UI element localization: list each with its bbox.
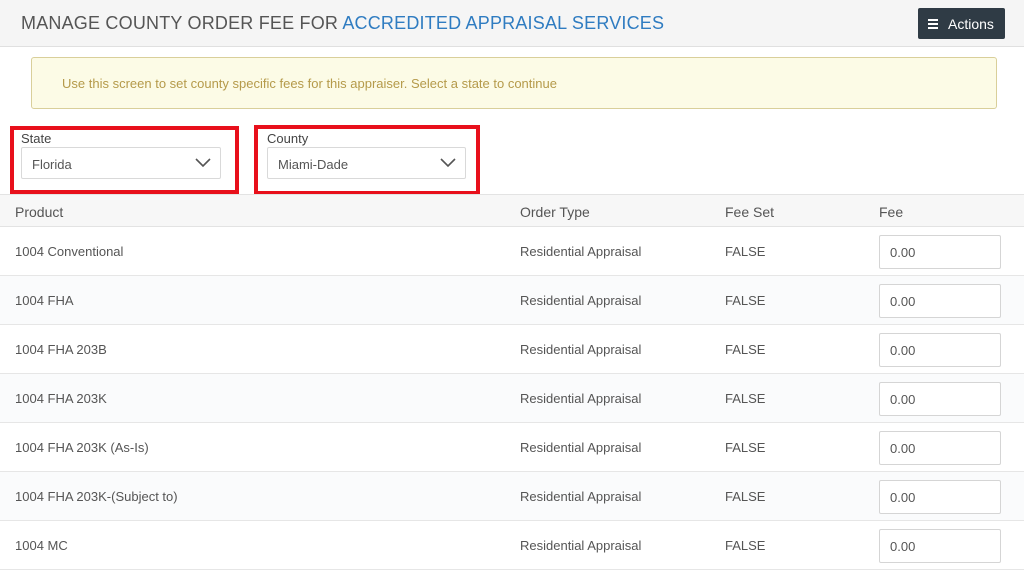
fee-set-cell: FALSE — [725, 293, 766, 308]
actions-button[interactable]: Actions — [918, 8, 1005, 39]
page-header: MANAGE COUNTY ORDER FEE FOR ACCREDITED A… — [0, 0, 1024, 47]
column-header-order-type[interactable]: Order Type — [520, 204, 590, 220]
appraiser-name: ACCREDITED APPRAISAL SERVICES — [342, 13, 665, 33]
state-label: State — [21, 131, 52, 146]
table-row: 1004 FHA 203B Residential Appraisal FALS… — [0, 325, 1024, 374]
column-header-fee[interactable]: Fee — [879, 204, 903, 220]
fee-input[interactable] — [879, 382, 1001, 416]
order-type-cell: Residential Appraisal — [520, 391, 642, 406]
fee-input[interactable] — [879, 529, 1001, 563]
fee-set-cell: FALSE — [725, 342, 766, 357]
chevron-down-icon — [195, 158, 211, 168]
table-row: 1004 Conventional Residential Appraisal … — [0, 227, 1024, 276]
product-cell: 1004 FHA — [15, 293, 74, 308]
table-row: 1004 FHA 203K Residential Appraisal FALS… — [0, 374, 1024, 423]
page-title: MANAGE COUNTY ORDER FEE FOR ACCREDITED A… — [21, 13, 664, 34]
order-type-cell: Residential Appraisal — [520, 342, 642, 357]
order-type-cell: Residential Appraisal — [520, 538, 642, 553]
fee-input[interactable] — [879, 284, 1001, 318]
fee-set-cell: FALSE — [725, 391, 766, 406]
county-select[interactable]: Miami-Dade — [267, 147, 466, 179]
fee-input[interactable] — [879, 235, 1001, 269]
order-type-cell: Residential Appraisal — [520, 489, 642, 504]
info-alert: Use this screen to set county specific f… — [31, 57, 997, 109]
table-header: Product Order Type Fee Set Fee — [0, 194, 1024, 227]
page-title-prefix: MANAGE COUNTY ORDER FEE FOR — [21, 13, 343, 33]
county-value: Miami-Dade — [278, 157, 349, 172]
fee-input[interactable] — [879, 431, 1001, 465]
info-message: Use this screen to set county specific f… — [62, 76, 557, 91]
fee-set-cell: FALSE — [725, 489, 766, 504]
order-type-cell: Residential Appraisal — [520, 244, 642, 259]
state-value: Florida — [32, 157, 72, 172]
fee-set-cell: FALSE — [725, 440, 766, 455]
table-row: 1004 FHA Residential Appraisal FALSE — [0, 276, 1024, 325]
table-row: 1004 MC Residential Appraisal FALSE — [0, 521, 1024, 570]
order-type-cell: Residential Appraisal — [520, 293, 642, 308]
fee-input[interactable] — [879, 333, 1001, 367]
product-cell: 1004 FHA 203K-(Subject to) — [15, 489, 178, 504]
fee-set-cell: FALSE — [725, 244, 766, 259]
actions-label: Actions — [948, 15, 994, 32]
menu-icon — [928, 17, 938, 31]
column-header-product[interactable]: Product — [15, 204, 63, 220]
order-type-cell: Residential Appraisal — [520, 440, 642, 455]
product-cell: 1004 MC — [15, 538, 68, 553]
fee-input[interactable] — [879, 480, 1001, 514]
chevron-down-icon — [440, 158, 456, 168]
product-cell: 1004 FHA 203K — [15, 391, 107, 406]
column-header-fee-set[interactable]: Fee Set — [725, 204, 774, 220]
table-row: 1004 FHA 203K-(Subject to) Residential A… — [0, 472, 1024, 521]
table-row: 1004 FHA 203K (As-Is) Residential Apprai… — [0, 423, 1024, 472]
state-select[interactable]: Florida — [21, 147, 221, 179]
product-cell: 1004 FHA 203K (As-Is) — [15, 440, 149, 455]
county-label: County — [267, 131, 309, 146]
fee-set-cell: FALSE — [725, 538, 766, 553]
product-cell: 1004 FHA 203B — [15, 342, 107, 357]
product-cell: 1004 Conventional — [15, 244, 124, 259]
